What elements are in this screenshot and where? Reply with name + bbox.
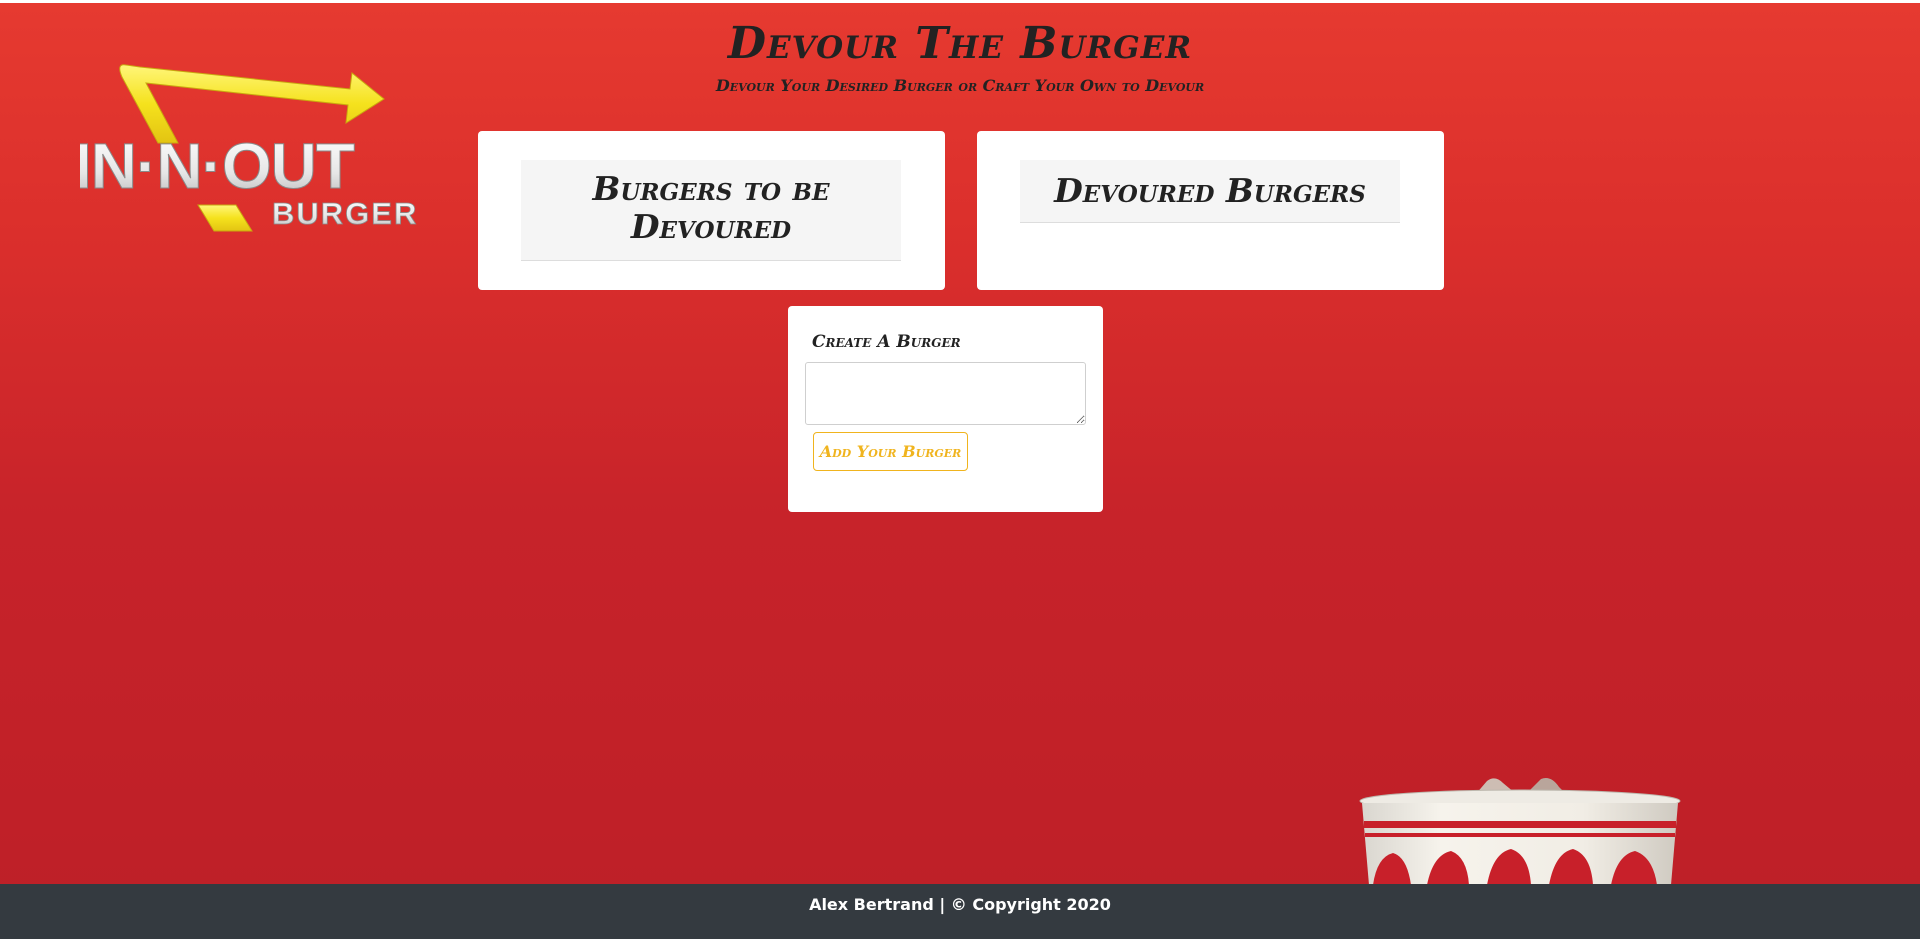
drink-cup-graphic [1359,778,1681,885]
devoured-burgers-title: Devoured Burgers [1054,171,1366,210]
devoured-burgers-header: Devoured Burgers [1020,160,1400,223]
drink-cup-image [1355,765,1685,885]
create-burger-card: Create A Burger Add Your Burger [788,306,1103,512]
burgers-to-devour-title-line2: Devoured [630,207,792,246]
burgers-to-devour-title-line1: Burgers to be [592,169,830,208]
burger-name-input[interactable] [805,362,1086,425]
burgers-to-devour-card: Burgers to be Devoured [478,131,945,290]
page-subtitle: Devour Your Desired Burger or Craft Your… [715,76,1205,95]
logo-text-line1: IN·N·OUT [80,130,355,202]
logo-text-line2: BURGER [272,196,418,231]
create-burger-label: Create A Burger [812,332,961,352]
burgers-to-devour-header: Burgers to be Devoured [521,160,901,261]
footer-copyright: Alex Bertrand | © Copyright 2020 [809,895,1111,914]
devoured-burgers-card: Devoured Burgers [977,131,1444,290]
add-burger-button[interactable]: Add Your Burger [813,432,968,471]
page-title: Devour The Burger [727,18,1193,69]
footer: Alex Bertrand | © Copyright 2020 [0,884,1920,939]
top-border [0,0,1920,3]
